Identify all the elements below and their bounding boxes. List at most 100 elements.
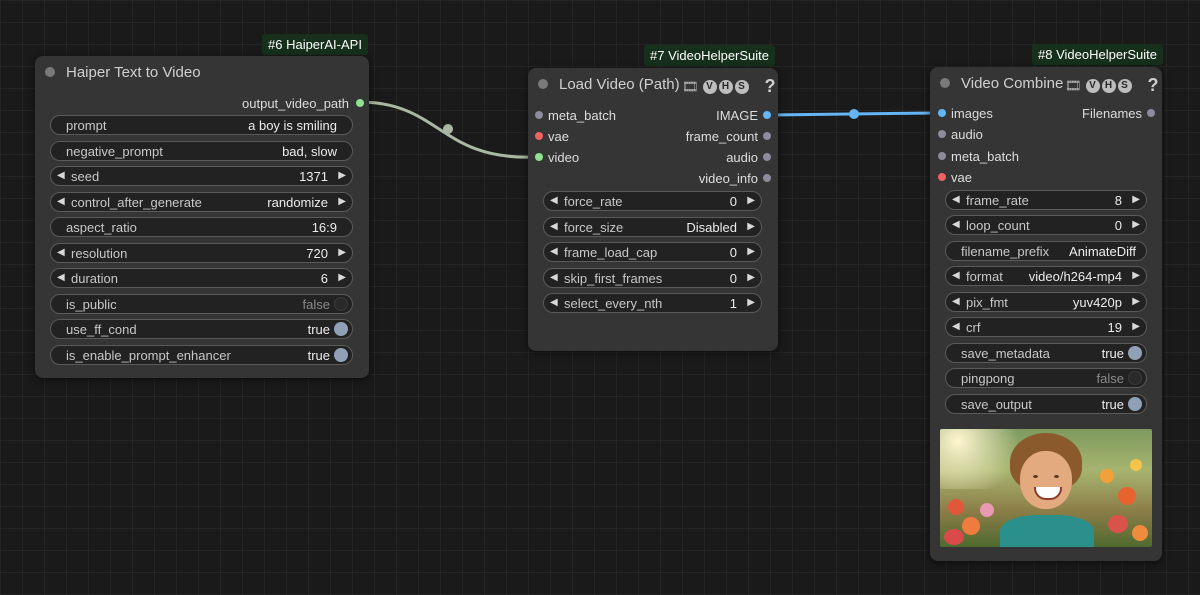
input-slot-meta-batch[interactable]: meta_batch [535, 108, 616, 123]
input-slot-images[interactable]: images [938, 106, 993, 121]
slot-dot-icon[interactable] [763, 174, 771, 182]
slot-dot-icon[interactable] [938, 130, 946, 138]
widget-use-ff-cond[interactable]: use_ff_cond true [50, 319, 353, 339]
widget-pix-fmt[interactable]: ◀ pix_fmt yuv420p ▶ [945, 292, 1147, 312]
output-slot-image[interactable]: IMAGE [716, 108, 771, 123]
increment-arrow-icon[interactable]: ▶ [747, 246, 755, 257]
previous-arrow-icon[interactable]: ◀ [57, 272, 65, 283]
widget-frame-load-cap[interactable]: ◀ frame_load_cap 0 ▶ [543, 242, 762, 262]
previous-arrow-icon[interactable]: ◀ [952, 296, 960, 307]
decrement-arrow-icon[interactable]: ◀ [952, 219, 960, 230]
slot-dot-icon[interactable] [535, 153, 543, 161]
link-midpoint-video[interactable] [443, 124, 453, 134]
widget-negative-prompt[interactable]: negative_prompt bad, slow [50, 141, 353, 161]
widget-pingpong[interactable]: pingpong false [945, 368, 1147, 388]
previous-arrow-icon[interactable]: ◀ [550, 221, 558, 232]
widget-control-after-generate[interactable]: ◀ control_after_generate randomize ▶ [50, 192, 353, 212]
next-arrow-icon[interactable]: ▶ [1132, 296, 1140, 307]
toggle-knob-icon[interactable] [1128, 397, 1142, 411]
widget-crf[interactable]: ◀ crf 19 ▶ [945, 317, 1147, 337]
input-slot-vae[interactable]: vae [938, 170, 972, 185]
collapse-dot-icon[interactable] [940, 78, 950, 88]
slot-dot-icon[interactable] [938, 152, 946, 160]
widget-duration[interactable]: ◀ duration 6 ▶ [50, 268, 353, 288]
widget-skip-first-frames[interactable]: ◀ skip_first_frames 0 ▶ [543, 268, 762, 288]
increment-arrow-icon[interactable]: ▶ [1132, 321, 1140, 332]
increment-arrow-icon[interactable]: ▶ [338, 170, 346, 181]
graph-canvas[interactable]: #6 HaiperAI-API Haiper Text to Video out… [0, 0, 1200, 595]
node-haiper-text-to-video[interactable]: Haiper Text to Video output_video_path p… [35, 56, 369, 378]
increment-arrow-icon[interactable]: ▶ [747, 272, 755, 283]
widget-aspect-ratio[interactable]: aspect_ratio 16:9 [50, 217, 353, 237]
slot-dot-icon[interactable] [535, 111, 543, 119]
input-slot-audio[interactable]: audio [938, 127, 983, 142]
previous-arrow-icon[interactable]: ◀ [57, 196, 65, 207]
widget-loop-count[interactable]: ◀ loop_count 0 ▶ [945, 215, 1147, 235]
node-video-combine[interactable]: Video Combine 🎞 V H S ? images audio met… [930, 67, 1162, 561]
collapse-dot-icon[interactable] [45, 67, 55, 77]
decrement-arrow-icon[interactable]: ◀ [550, 195, 558, 206]
widget-save-output[interactable]: save_output true [945, 394, 1147, 414]
help-icon[interactable]: ? [765, 76, 776, 97]
output-slot-filenames[interactable]: Filenames [1082, 106, 1155, 121]
decrement-arrow-icon[interactable]: ◀ [550, 272, 558, 283]
input-slot-video[interactable]: video [535, 150, 579, 165]
next-arrow-icon[interactable]: ▶ [1132, 270, 1140, 281]
widget-is-enable-prompt-enhancer[interactable]: is_enable_prompt_enhancer true [50, 345, 353, 365]
input-slot-meta-batch[interactable]: meta_batch [938, 149, 1019, 164]
toggle-knob-icon[interactable] [1128, 371, 1142, 385]
increment-arrow-icon[interactable]: ▶ [1132, 219, 1140, 230]
output-slot-video-info[interactable]: video_info [699, 171, 771, 186]
widget-filename-prefix[interactable]: filename_prefix AnimateDiff [945, 241, 1147, 261]
output-slot-audio[interactable]: audio [726, 150, 771, 165]
node-header[interactable]: Haiper Text to Video [35, 56, 369, 88]
widget-prompt[interactable]: prompt a boy is smiling [50, 115, 353, 135]
output-slot-output-video-path[interactable]: output_video_path [242, 96, 364, 111]
widget-is-public[interactable]: is_public false [50, 294, 353, 314]
node-header[interactable]: Video Combine 🎞 V H S ? [930, 67, 1162, 99]
increment-arrow-icon[interactable]: ▶ [747, 195, 755, 206]
widget-format[interactable]: ◀ format video/h264-mp4 ▶ [945, 266, 1147, 286]
slot-dot-icon[interactable] [535, 132, 543, 140]
decrement-arrow-icon[interactable]: ◀ [550, 297, 558, 308]
output-slot-frame-count[interactable]: frame_count [686, 129, 771, 144]
toggle-knob-icon[interactable] [334, 322, 348, 336]
toggle-knob-icon[interactable] [334, 348, 348, 362]
slot-dot-icon[interactable] [763, 153, 771, 161]
decrement-arrow-icon[interactable]: ◀ [550, 246, 558, 257]
slot-dot-icon[interactable] [763, 132, 771, 140]
widget-save-metadata[interactable]: save_metadata true [945, 343, 1147, 363]
link-midpoint-images[interactable] [849, 109, 859, 119]
widget-force-size[interactable]: ◀ force_size Disabled ▶ [543, 217, 762, 237]
increment-arrow-icon[interactable]: ▶ [1132, 194, 1140, 205]
slot-dot-icon[interactable] [356, 99, 364, 107]
previous-arrow-icon[interactable]: ◀ [57, 247, 65, 258]
slot-dot-icon[interactable] [938, 109, 946, 117]
widget-resolution[interactable]: ◀ resolution 720 ▶ [50, 243, 353, 263]
slot-dot-icon[interactable] [938, 173, 946, 181]
decrement-arrow-icon[interactable]: ◀ [952, 321, 960, 332]
increment-arrow-icon[interactable]: ▶ [747, 297, 755, 308]
widget-force-rate[interactable]: ◀ force_rate 0 ▶ [543, 191, 762, 211]
previous-arrow-icon[interactable]: ◀ [952, 270, 960, 281]
slot-dot-icon[interactable] [1147, 109, 1155, 117]
next-arrow-icon[interactable]: ▶ [338, 272, 346, 283]
input-slot-vae[interactable]: vae [535, 129, 569, 144]
decrement-arrow-icon[interactable]: ◀ [57, 170, 65, 181]
toggle-knob-icon[interactable] [1128, 346, 1142, 360]
next-arrow-icon[interactable]: ▶ [747, 221, 755, 232]
widget-frame-rate[interactable]: ◀ frame_rate 8 ▶ [945, 190, 1147, 210]
next-arrow-icon[interactable]: ▶ [338, 247, 346, 258]
widget-seed[interactable]: ◀ seed 1371 ▶ [50, 166, 353, 186]
widget-select-every-nth[interactable]: ◀ select_every_nth 1 ▶ [543, 293, 762, 313]
help-icon[interactable]: ? [1148, 75, 1159, 96]
toggle-knob-icon[interactable] [334, 297, 348, 311]
decrement-arrow-icon[interactable]: ◀ [952, 194, 960, 205]
node-load-video-path[interactable]: Load Video (Path) 🎞 V H S ? meta_batch v… [528, 68, 778, 351]
link-video[interactable] [358, 100, 534, 159]
slot-dot-icon[interactable] [763, 111, 771, 119]
link-images[interactable] [769, 111, 936, 117]
node-header[interactable]: Load Video (Path) 🎞 V H S ? [528, 68, 778, 100]
next-arrow-icon[interactable]: ▶ [338, 196, 346, 207]
collapse-dot-icon[interactable] [538, 79, 548, 89]
